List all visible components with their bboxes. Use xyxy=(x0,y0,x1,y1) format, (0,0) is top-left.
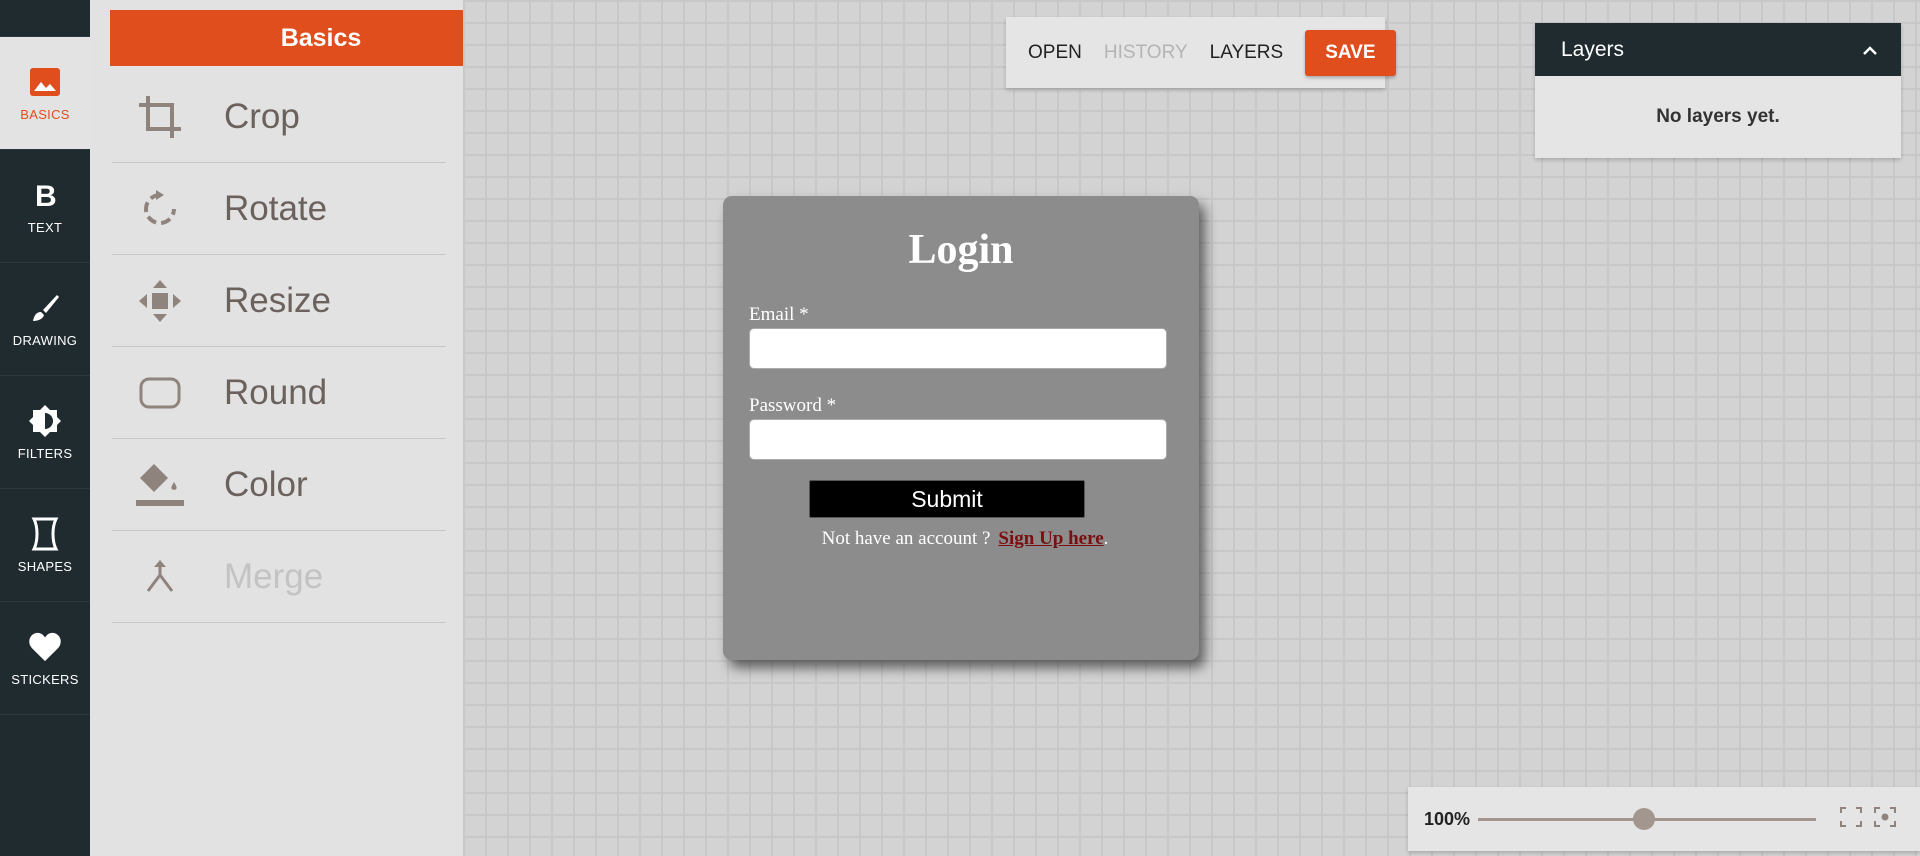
tool-round[interactable]: Round xyxy=(112,347,446,439)
signup-prompt-text: Not have an account ? xyxy=(821,528,991,549)
heart-icon xyxy=(28,630,62,664)
rail-item-stickers[interactable]: STICKERS xyxy=(0,602,90,715)
tool-label: Resize xyxy=(224,280,331,320)
paint-bucket-icon xyxy=(112,462,208,508)
top-toolbar: OPEN HISTORY LAYERS SAVE xyxy=(1006,17,1396,88)
rail-item-label: BASICS xyxy=(20,106,70,122)
tool-panel: Basics Crop Rotate Resize Round Color Me… xyxy=(90,0,532,856)
tool-label: Merge xyxy=(224,556,324,596)
tool-label: Round xyxy=(224,372,328,412)
rail-item-label: DRAWING xyxy=(12,332,78,348)
email-field[interactable] xyxy=(749,328,1167,369)
tool-label: Color xyxy=(224,464,308,504)
contrast-icon xyxy=(28,404,62,438)
login-card: Login Email * Password * Submit Not have… xyxy=(723,196,1199,660)
bold-text-icon: B xyxy=(28,178,62,212)
save-button[interactable]: SAVE xyxy=(1305,29,1396,76)
history-button[interactable]: HISTORY xyxy=(1104,42,1188,64)
zoom-bar: 100% xyxy=(1408,787,1920,851)
layers-title: Layers xyxy=(1561,37,1625,61)
password-field[interactable] xyxy=(749,419,1167,460)
zoom-slider-thumb[interactable] xyxy=(1632,807,1655,830)
signup-prompt-end: . xyxy=(1103,528,1109,549)
rail-item-filters[interactable]: FILTERS xyxy=(0,376,90,489)
crop-icon xyxy=(112,94,208,140)
layers-empty-message: No layers yet. xyxy=(1656,106,1780,127)
image-icon xyxy=(28,65,62,99)
tool-rotate[interactable]: Rotate xyxy=(112,163,446,255)
rail-item-label: STICKERS xyxy=(11,671,79,687)
layers-panel: Layers No layers yet. xyxy=(1535,23,1901,158)
move-arrows-icon xyxy=(112,279,208,323)
zoom-level: 100% xyxy=(1424,808,1471,829)
shape-icon xyxy=(28,517,62,551)
tool-label: Rotate xyxy=(224,188,328,228)
fit-screen-icon[interactable] xyxy=(1840,806,1862,832)
rounded-rect-icon xyxy=(112,377,208,409)
rail-item-label: FILTERS xyxy=(17,445,73,461)
signup-prompt: Not have an account ? Sign Up here. xyxy=(723,528,1199,550)
tool-resize[interactable]: Resize xyxy=(112,255,446,347)
chevron-up-icon[interactable] xyxy=(1863,38,1877,62)
brush-icon xyxy=(28,291,62,325)
rail-item-label: SHAPES xyxy=(17,558,73,574)
signup-link[interactable]: Sign Up here xyxy=(998,528,1103,549)
rotate-icon xyxy=(112,189,208,229)
svg-text:B: B xyxy=(35,181,57,209)
zoom-slider[interactable] xyxy=(1478,807,1816,830)
rail-item-basics[interactable]: BASICS xyxy=(0,37,90,150)
open-button[interactable]: OPEN xyxy=(1028,42,1082,64)
submit-button[interactable]: Submit xyxy=(809,480,1085,518)
layers-header[interactable]: Layers xyxy=(1535,23,1901,76)
tool-crop[interactable]: Crop xyxy=(112,71,446,163)
rail-item-label: TEXT xyxy=(27,219,63,235)
password-label: Password * xyxy=(749,395,837,416)
rail-item-drawing[interactable]: DRAWING xyxy=(0,263,90,376)
tool-merge[interactable]: Merge xyxy=(112,531,446,623)
rail-item-text[interactable]: B TEXT xyxy=(0,150,90,263)
tool-color[interactable]: Color xyxy=(112,439,446,531)
rail-header xyxy=(0,0,90,37)
email-label: Email * xyxy=(749,304,809,325)
merge-icon xyxy=(112,559,208,595)
rail-item-shapes[interactable]: SHAPES xyxy=(0,489,90,602)
tool-label: Crop xyxy=(224,96,300,136)
login-title: Login xyxy=(908,227,1014,273)
layers-button[interactable]: LAYERS xyxy=(1210,42,1284,64)
category-rail: BASICS B TEXT DRAWING FILTERS SHAPES STI… xyxy=(0,0,90,856)
focus-center-icon[interactable] xyxy=(1874,806,1896,832)
